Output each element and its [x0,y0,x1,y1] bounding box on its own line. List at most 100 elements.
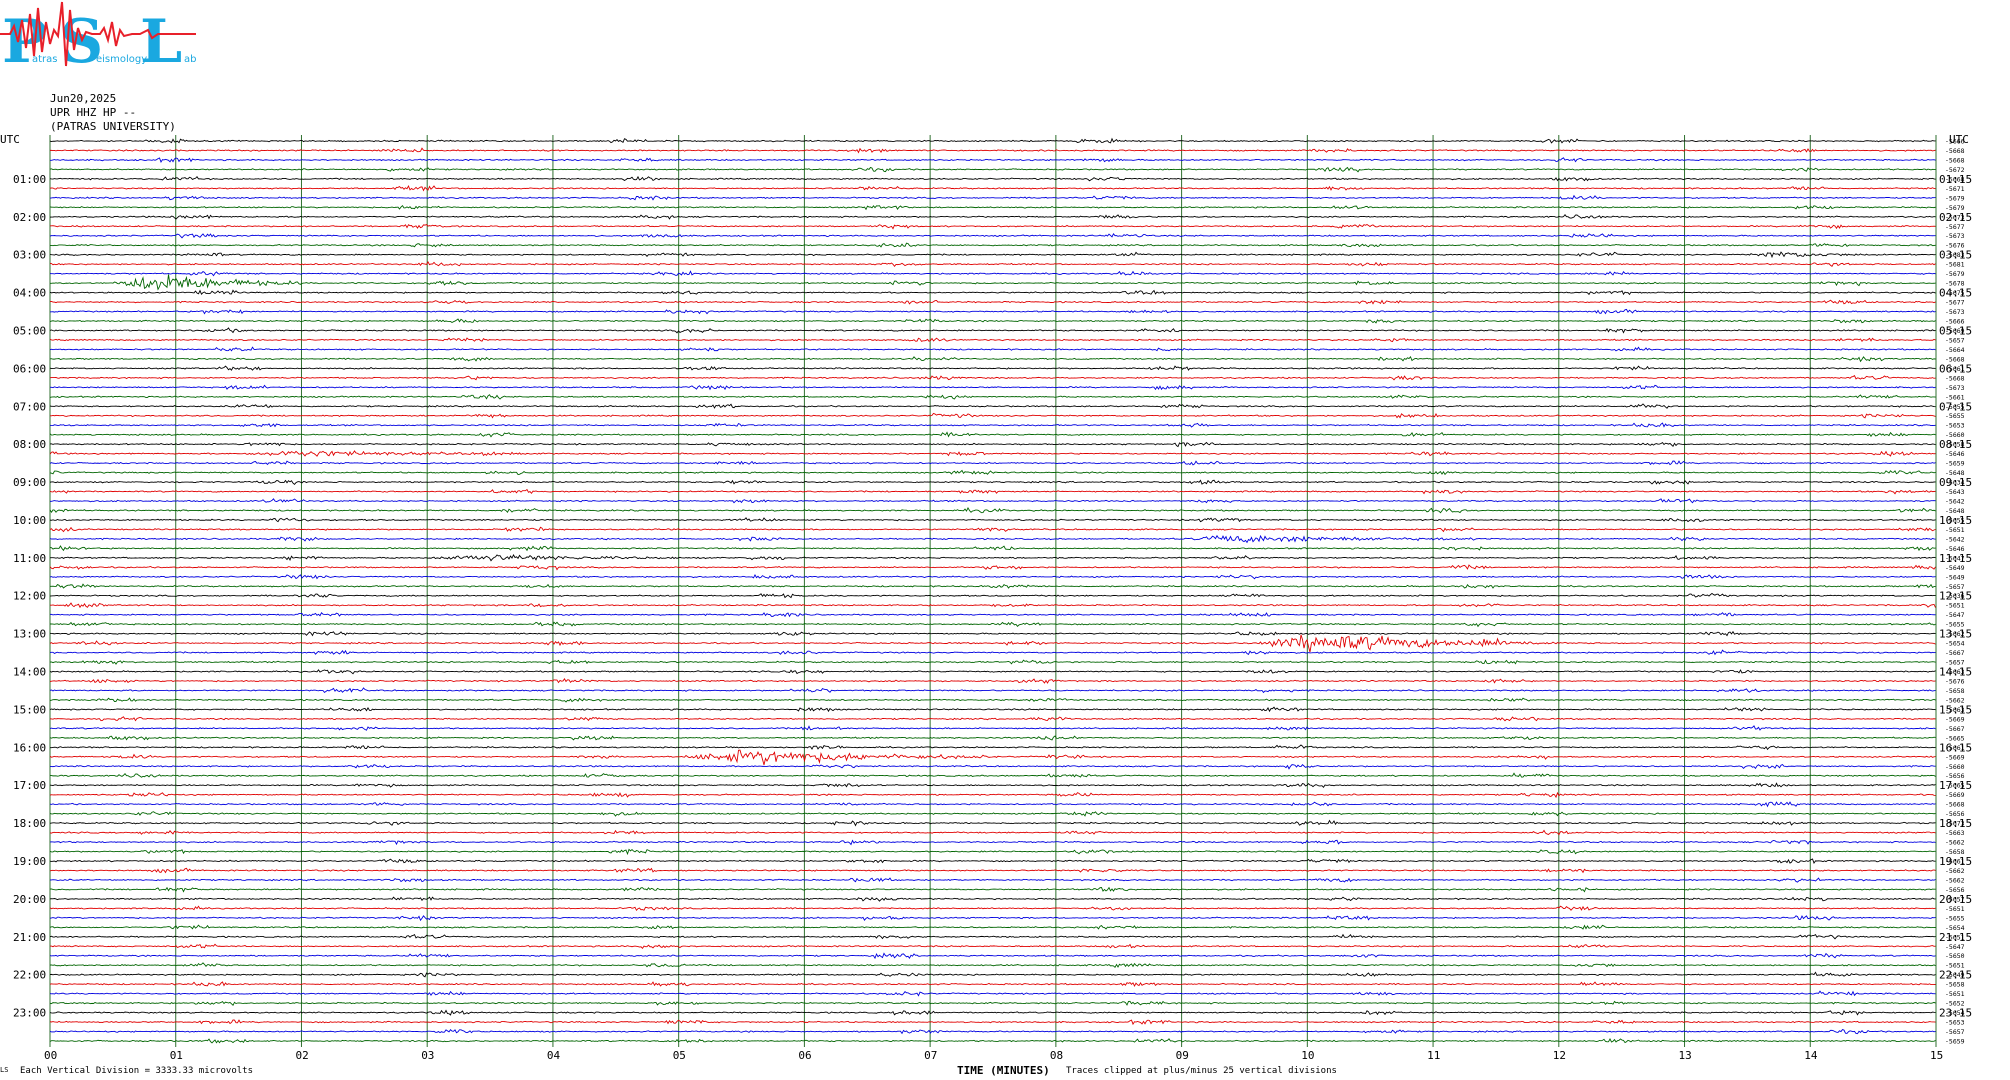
trace-row [49,1038,1936,1044]
x-tick-label: 06 [798,1049,811,1062]
x-tick-label: 10 [1301,1049,1314,1062]
x-tick-label: 07 [924,1049,937,1062]
trace-row [49,289,1936,296]
trace-row [49,602,1936,609]
row-offset-label: -5676 [1945,678,1965,686]
row-offset-label: -5669 [1945,791,1965,799]
logo-word-atras: atras [32,54,58,65]
trace-row [49,1009,1936,1016]
trace-row [49,592,1936,599]
hour-label-left: 03:00 [13,249,46,262]
trace-row [49,299,1936,305]
x-tick-label: 05 [673,1049,686,1062]
row-offset-label: -5642 [1945,535,1965,543]
row-offset-label: -5662 [1945,839,1965,847]
helicorder-plot: -5666-5668-5668-5672-5668-5671-5679-5679… [0,133,1972,1062]
trace-row [49,1000,1936,1006]
trace-row [49,905,1936,912]
hour-label-right: 19:15 [1939,855,1972,868]
trace-row [49,749,1936,765]
hour-label-right: 09:15 [1939,476,1972,489]
row-offset-label: -5643 [1945,488,1965,496]
hour-label-right: 23:15 [1939,1007,1972,1020]
row-offset-label: -5668 [1945,374,1965,382]
scale-note: Each Vertical Division = 3333.33 microvo… [20,1066,253,1076]
hour-label-right: 04:15 [1939,287,1972,300]
row-offset-label: -5668 [1945,147,1965,155]
trace-row [49,441,1936,448]
row-offset-label: -5681 [1945,261,1965,269]
row-offset-label: -5664 [1945,346,1965,354]
hour-label-left: 05:00 [13,325,46,338]
trace-row [49,213,1936,220]
row-offset-label: -5673 [1945,232,1965,240]
trace-row [49,669,1936,675]
hour-label-left: 21:00 [13,931,46,944]
trace-row [49,924,1936,930]
row-offset-label: -5673 [1945,384,1965,392]
x-axis-title: TIME (MINUTES) [957,1064,1050,1077]
hour-label-right: 11:15 [1939,552,1972,565]
trace-row [49,621,1936,628]
row-offset-label: -5655 [1945,914,1965,922]
hour-label-left: 12:00 [13,590,46,603]
hour-label-left: 14:00 [13,666,46,679]
trace-row [49,137,1936,144]
trace-row [49,896,1936,902]
hour-label-left: 19:00 [13,855,46,868]
hour-label-left: 16:00 [13,741,46,754]
hour-label-left: 06:00 [13,362,46,375]
hour-label-right: 07:15 [1939,400,1972,413]
trace-row [49,829,1936,836]
trace-row [49,270,1936,277]
row-offset-label: -5662 [1945,867,1965,875]
trace-row [49,697,1936,703]
hour-label-left: 20:00 [13,893,46,906]
row-offset-label: -5669 [1945,715,1965,723]
trace-row [49,327,1936,334]
row-offset-label: -5647 [1945,611,1965,619]
trace-row [49,858,1936,864]
row-offset-label: -5646 [1945,450,1965,458]
logo-word-eismology: eismology [96,54,147,65]
row-offset-label: -5655 [1945,412,1965,420]
row-offset-label: -5657 [1945,1028,1965,1036]
x-tick-label: 01 [170,1049,183,1062]
trace-row [49,355,1936,363]
trace-row [49,801,1936,808]
row-offset-label: -5651 [1945,526,1965,534]
trace-row [49,791,1936,799]
hour-label-left: 18:00 [13,817,46,830]
hour-label-right: 10:15 [1939,514,1972,527]
minute-gridlines [49,135,1937,1047]
row-offset-label: -5647 [1945,943,1965,951]
footer-mark: LS [0,1066,9,1074]
row-offset-label: -5653 [1945,422,1965,430]
trace-row [49,915,1936,922]
trace-row [49,716,1936,722]
trace-row [49,764,1936,770]
hour-label-right: 12:15 [1939,590,1972,603]
trace-row [49,412,1936,419]
row-offset-label: -5662 [1945,876,1965,884]
trace-row [49,223,1936,230]
row-offset-label: -5679 [1945,270,1965,278]
trace-row [49,479,1936,486]
hour-label-right: 20:15 [1939,893,1972,906]
hour-label-right: 08:15 [1939,438,1972,451]
hour-label-left: 01:00 [13,173,46,186]
hour-label-left: 02:00 [13,211,46,224]
utc-left-label: UTC [0,133,20,146]
trace-row [49,274,1936,291]
row-offset-label: -5668 [1945,156,1965,164]
row-offset-label: -5667 [1945,725,1965,733]
trace-row [49,318,1936,324]
x-tick-label: 00 [44,1049,57,1062]
hour-label-left: 23:00 [13,1007,46,1020]
trace-row [49,952,1936,960]
x-tick-label: 04 [547,1049,561,1062]
trace-row [49,848,1936,856]
hour-label-right: 15:15 [1939,703,1972,716]
trace-row [49,933,1936,940]
x-tick-label: 11 [1427,1049,1440,1062]
